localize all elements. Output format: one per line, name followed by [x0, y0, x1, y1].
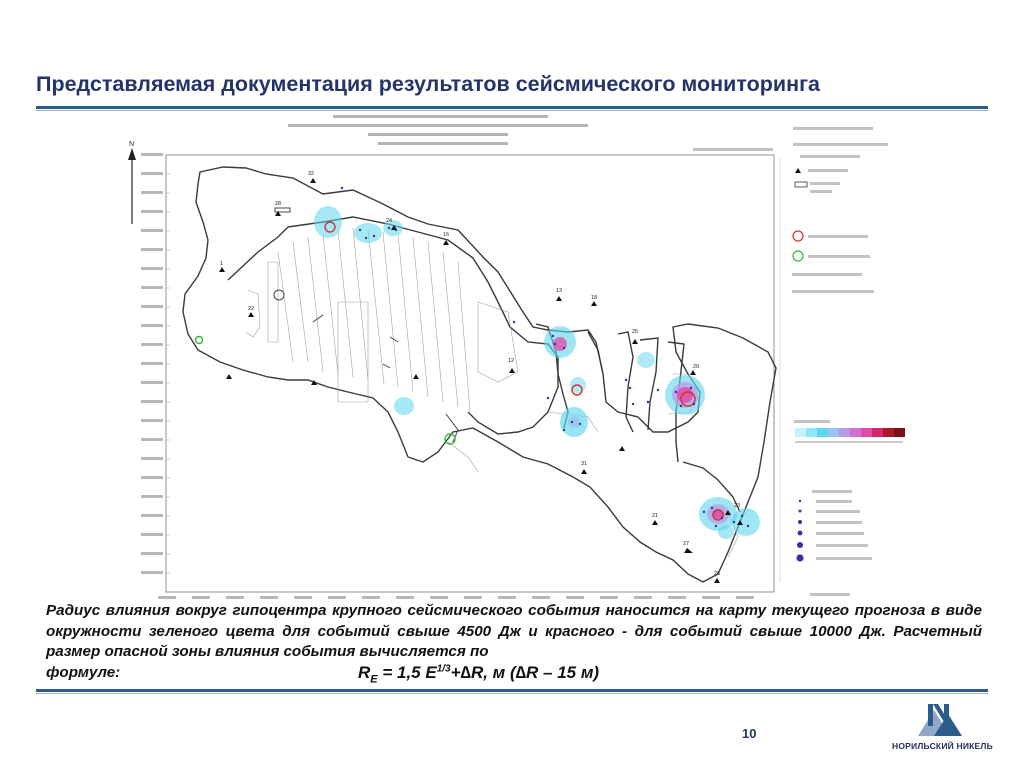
- svg-text:32: 32: [308, 171, 314, 177]
- formula: RE = 1,5 E1/3+∆R, м (∆R – 15 м): [358, 663, 600, 686]
- svg-text:22: 22: [248, 306, 254, 312]
- station-labels: 1 28 32 24 16 12 13 18 25 20 31 21 27 26…: [220, 171, 740, 577]
- legend-gradient: [795, 428, 905, 437]
- company-name: НОРИЛЬСКИЙ НИКЕЛЬ: [892, 741, 993, 751]
- svg-text:21: 21: [652, 513, 658, 519]
- company-logo-icon: [918, 704, 962, 736]
- mine-outline: [182, 166, 777, 583]
- y-ticks: [166, 154, 170, 574]
- title-divider-thin: [36, 110, 988, 111]
- svg-text:13: 13: [556, 288, 562, 294]
- title-divider: [36, 106, 988, 109]
- x-tick-labels: [158, 596, 754, 599]
- map-header-text: [288, 115, 888, 151]
- svg-text:20: 20: [693, 364, 699, 370]
- svg-text:27: 27: [683, 541, 689, 547]
- svg-text:24: 24: [386, 218, 392, 224]
- svg-text:25: 25: [632, 329, 638, 335]
- svg-text:12: 12: [508, 358, 514, 364]
- seismic-map: N 1 28 32 24 16 12 13 18 25 20 31 21 27 …: [128, 112, 908, 604]
- svg-text:31: 31: [581, 461, 587, 467]
- workings: [245, 227, 739, 558]
- y-tick-labels: [141, 153, 163, 574]
- page-number: 10: [742, 726, 757, 741]
- formula-label: формуле:: [46, 664, 121, 681]
- north-arrow-icon: [128, 148, 136, 224]
- svg-text:18: 18: [591, 295, 597, 301]
- svg-text:28: 28: [275, 201, 281, 207]
- svg-text:1: 1: [220, 261, 223, 267]
- slide-title: Представляемая документация результатов …: [36, 72, 821, 96]
- footer-divider-thin: [36, 693, 988, 694]
- formula-line: формуле: RE = 1,5 E1/3+∆R, м (∆R – 15 м): [46, 663, 982, 686]
- north-label: N: [129, 141, 134, 148]
- svg-text:23: 23: [734, 503, 740, 509]
- svg-text:26: 26: [714, 571, 720, 577]
- detail-lines: [273, 207, 459, 443]
- footer-divider: [36, 689, 988, 692]
- map-legend: [779, 155, 905, 596]
- influence-circles: [194, 221, 724, 521]
- svg-text:16: 16: [443, 232, 449, 238]
- description-text: Радиус влияния вокруг гипоцентра крупног…: [46, 602, 982, 660]
- event-stars: [340, 186, 750, 528]
